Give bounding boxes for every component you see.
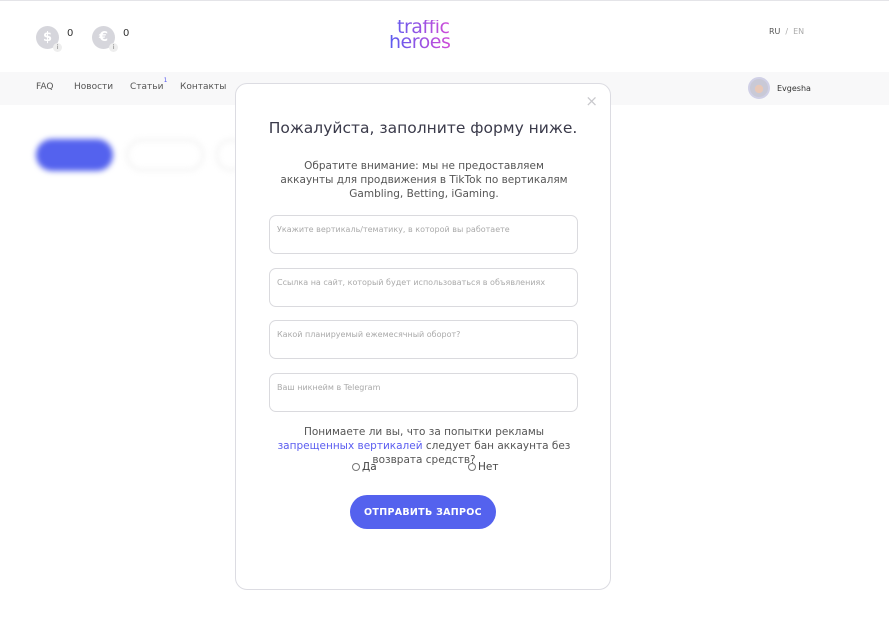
radio-yes[interactable]: Да xyxy=(352,461,377,473)
avatar xyxy=(748,77,770,99)
forbidden-verticals-link[interactable]: запрещенных вертикалей xyxy=(278,440,423,452)
nav-news[interactable]: Новости xyxy=(74,82,113,92)
dollar-icon: $ i xyxy=(36,26,62,52)
badge: 1 xyxy=(163,77,168,84)
balance-value: 0 xyxy=(67,28,74,39)
language-switcher: RU / EN xyxy=(769,27,805,36)
radio-no[interactable]: Нет xyxy=(468,461,498,473)
notice-text: Обратите внимание: мы не предоставляем а… xyxy=(280,160,568,200)
request-form-modal: × Пожалуйста, заполните форму ниже. Обра… xyxy=(235,83,611,590)
balance-usd[interactable]: $ i 0 xyxy=(36,26,74,52)
lang-ru[interactable]: RU xyxy=(769,27,780,36)
blurred-tab xyxy=(36,139,113,171)
balance-value: 0 xyxy=(123,28,130,39)
euro-icon: € i xyxy=(92,26,118,52)
balance-eur[interactable]: € i 0 xyxy=(92,26,130,52)
submit-button[interactable]: ОТПРАВИТЬ ЗАПРОС xyxy=(350,495,496,529)
telegram-input[interactable]: Ваш никнейм в Telegram xyxy=(269,373,578,412)
blurred-tab xyxy=(126,139,204,171)
username: Evgesha xyxy=(777,83,811,93)
nav-faq[interactable]: FAQ xyxy=(36,82,53,92)
turnover-input[interactable]: Какой планируемый ежемесячный оборот? xyxy=(269,320,578,359)
vertical-input[interactable]: Укажите вертикаль/тематику, в которой вы… xyxy=(269,215,578,254)
nav-articles[interactable]: Статьи 1 xyxy=(130,77,167,92)
user-menu[interactable]: Evgesha xyxy=(748,77,811,99)
question-text: Понимаете ли вы, что за попытки рекламы … xyxy=(277,426,571,466)
nav-contacts[interactable]: Контакты xyxy=(180,82,226,92)
close-icon[interactable]: × xyxy=(585,92,598,110)
logo[interactable]: traffic heroes xyxy=(389,18,451,52)
lang-en[interactable]: EN xyxy=(793,27,804,36)
radio-circle-icon xyxy=(352,463,360,471)
site-url-input[interactable]: Ссылка на сайт, который будет использова… xyxy=(269,268,578,307)
header: $ i 0 € i 0 traffic heroes RU / EN xyxy=(0,2,889,72)
radio-circle-icon xyxy=(468,463,476,471)
modal-title: Пожалуйста, заполните форму ниже. xyxy=(268,119,578,137)
